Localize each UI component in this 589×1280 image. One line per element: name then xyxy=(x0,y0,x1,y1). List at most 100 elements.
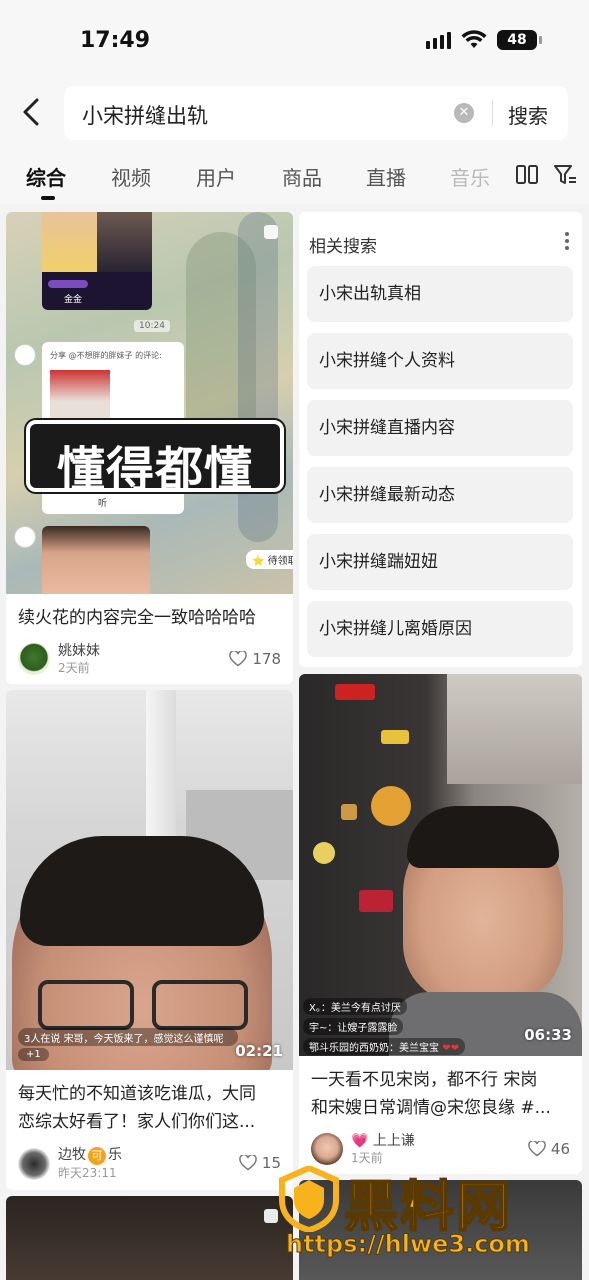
search-query[interactable]: 小宋拼缝出轨 xyxy=(82,100,208,130)
layout-toggle-icon[interactable] xyxy=(515,163,539,187)
overlay-caption-box: 懂得都懂 xyxy=(26,420,284,498)
result-card[interactable]: 金金 10:24 分享 @不想胖的胖妹子 的评论: 听 懂得都懂 ⭐ 待领取 续… xyxy=(6,212,293,684)
claim-badge[interactable]: ⭐ 待领取 xyxy=(246,550,293,569)
tab-users[interactable]: 用户 xyxy=(196,162,236,191)
video-duration: 06:33 xyxy=(524,1026,572,1044)
like-button[interactable]: 178 xyxy=(229,650,281,668)
chat-name: 金金 xyxy=(64,295,83,305)
tab-general[interactable]: 综合 xyxy=(26,162,66,191)
search-button[interactable]: 搜索 xyxy=(508,100,548,129)
person-hair xyxy=(407,806,559,868)
overlay-caption: 懂得都懂 xyxy=(56,442,253,498)
related-item[interactable]: 小宋拼缝踹妞妞 xyxy=(307,534,573,590)
tab-tools xyxy=(499,146,589,204)
chat-timestamp: 10:24 xyxy=(134,320,170,332)
avatar xyxy=(14,344,36,366)
face-photo xyxy=(42,526,150,594)
comment-text: 宋哥，今天饭来了，感觉这么谨慎呢 xyxy=(63,1034,224,1045)
like-count: 46 xyxy=(550,1140,570,1158)
gallery-icon xyxy=(264,1209,278,1223)
avatar xyxy=(18,643,50,675)
fridge-magnet xyxy=(313,842,335,864)
author-name: 💗 上上谦 xyxy=(351,1133,415,1149)
search-header: 小宋拼缝出轨 ✕ 搜索 xyxy=(0,80,589,146)
post-date: 昨天23:11 xyxy=(58,1166,117,1180)
search-input[interactable]: 小宋拼缝出轨 ✕ 搜索 xyxy=(64,86,568,140)
plus-one-badge: +1 xyxy=(18,1048,49,1061)
tab-video[interactable]: 视频 xyxy=(111,162,151,191)
gallery-icon xyxy=(264,225,278,239)
related-item[interactable]: 小宋拼缝儿离婚原因 xyxy=(307,601,573,657)
post-date: 1天前 xyxy=(351,1151,383,1165)
card-title-line2[interactable]: 恋综太好看了！家人们你们这... xyxy=(18,1108,255,1136)
result-card[interactable] xyxy=(299,1180,582,1280)
card-thumbnail xyxy=(6,1196,293,1280)
card-author[interactable]: 💗 上上谦 1天前 xyxy=(311,1132,415,1166)
fridge-magnet xyxy=(335,684,375,700)
result-card[interactable] xyxy=(6,1196,293,1280)
card-author[interactable]: 姚妹妹 2天前 xyxy=(18,642,100,676)
result-card[interactable]: X。：美兰今有点讨厌 宇~：让嫂子露露脸 鄂斗乐园的西奶奶：美兰宝宝 ❤❤ 06… xyxy=(299,674,582,1174)
live-comment: 宇~：让嫂子露露脸 xyxy=(303,1018,404,1035)
related-item[interactable]: 小宋拼缝个人资料 xyxy=(307,333,573,389)
fridge-magnet xyxy=(341,804,357,820)
like-button[interactable]: 46 xyxy=(528,1140,570,1158)
fridge-magnet xyxy=(381,730,409,744)
author-name: 边牧可乐 xyxy=(58,1147,122,1165)
embedded-live-screenshot: 金金 xyxy=(42,212,152,310)
related-title: 相关搜索 xyxy=(309,237,377,257)
live-comment: X。：美兰今有点讨厌 xyxy=(303,998,407,1015)
glasses-right xyxy=(152,980,248,1030)
more-icon[interactable] xyxy=(564,232,570,252)
card-title-line1[interactable]: 每天忙的不知道该吃谁瓜，大同 xyxy=(18,1080,256,1108)
card-author[interactable]: 边牧可乐 昨天23:11 xyxy=(18,1146,122,1181)
clear-icon[interactable]: ✕ xyxy=(454,103,474,123)
author-badge: 可 xyxy=(88,1147,106,1165)
back-button[interactable] xyxy=(16,94,46,130)
heart-icon xyxy=(239,1155,257,1171)
card-thumbnail: 金金 10:24 分享 @不想胖的胖妹子 的评论: 听 懂得都懂 ⭐ 待领取 xyxy=(6,212,293,594)
live-comment: 3人在说 宋哥，今天饭来了，感觉这么谨慎呢 xyxy=(18,1028,238,1046)
status-bar: 17:49 48 xyxy=(0,0,589,80)
chevron-left-icon xyxy=(23,98,39,126)
avatar xyxy=(14,526,36,548)
like-button[interactable]: 15 xyxy=(239,1154,281,1172)
heart-icon xyxy=(528,1141,546,1157)
card-title[interactable]: 续火花的内容完全一致哈哈哈哈 xyxy=(18,604,256,632)
status-icons: 48 xyxy=(426,30,542,50)
status-time: 17:49 xyxy=(80,28,151,53)
card-title-line2[interactable]: 和宋嫂日常调情@宋您良缘 #... xyxy=(311,1094,551,1122)
comment-meta: 3人在说 xyxy=(24,1034,61,1045)
tab-products[interactable]: 商品 xyxy=(282,162,322,191)
live-comment: 鄂斗乐园的西奶奶：美兰宝宝 ❤❤ xyxy=(303,1038,465,1055)
card-thumbnail xyxy=(299,1180,582,1280)
heart-icon xyxy=(229,651,248,667)
tab-indicator xyxy=(41,196,55,200)
shared-photo xyxy=(50,370,110,422)
shared-comment-label: 分享 @不想胖的胖妹子 的评论: xyxy=(50,351,162,360)
result-card[interactable]: 3人在说 宋哥，今天饭来了，感觉这么谨慎呢 +1 02:21 每天忙的不知道该吃… xyxy=(6,690,293,1190)
kitchen-cabinet xyxy=(447,674,582,784)
filter-icon[interactable] xyxy=(553,163,577,187)
tab-live[interactable]: 直播 xyxy=(366,162,406,191)
wifi-icon xyxy=(461,30,487,48)
glasses-left xyxy=(38,980,134,1030)
fridge-magnet xyxy=(359,890,393,912)
avatar xyxy=(18,1147,50,1180)
related-item[interactable]: 小宋拼缝最新动态 xyxy=(307,467,573,523)
author-name: 姚妹妹 xyxy=(58,643,100,659)
search-divider xyxy=(492,100,493,126)
heart-emoji-icon: 💗 xyxy=(351,1133,369,1149)
post-date: 2天前 xyxy=(58,661,90,675)
person-hair xyxy=(20,836,264,946)
fridge-magnet xyxy=(371,786,411,826)
video-duration: 02:21 xyxy=(235,1042,283,1060)
related-item[interactable]: 小宋拼缝直播内容 xyxy=(307,400,573,456)
related-searches: 相关搜索 小宋出轨真相 小宋拼缝个人资料 小宋拼缝直播内容 小宋拼缝最新动态 小… xyxy=(299,212,582,667)
battery-icon: 48 xyxy=(497,30,542,50)
tab-bar: 综合 视频 用户 商品 直播 音乐 xyxy=(0,146,589,204)
related-item[interactable]: 小宋出轨真相 xyxy=(307,266,573,322)
like-count: 15 xyxy=(261,1154,281,1172)
tab-music[interactable]: 音乐 xyxy=(450,162,490,191)
card-title-line1[interactable]: 一天看不见宋岗，都不行 宋岗 xyxy=(311,1066,537,1094)
